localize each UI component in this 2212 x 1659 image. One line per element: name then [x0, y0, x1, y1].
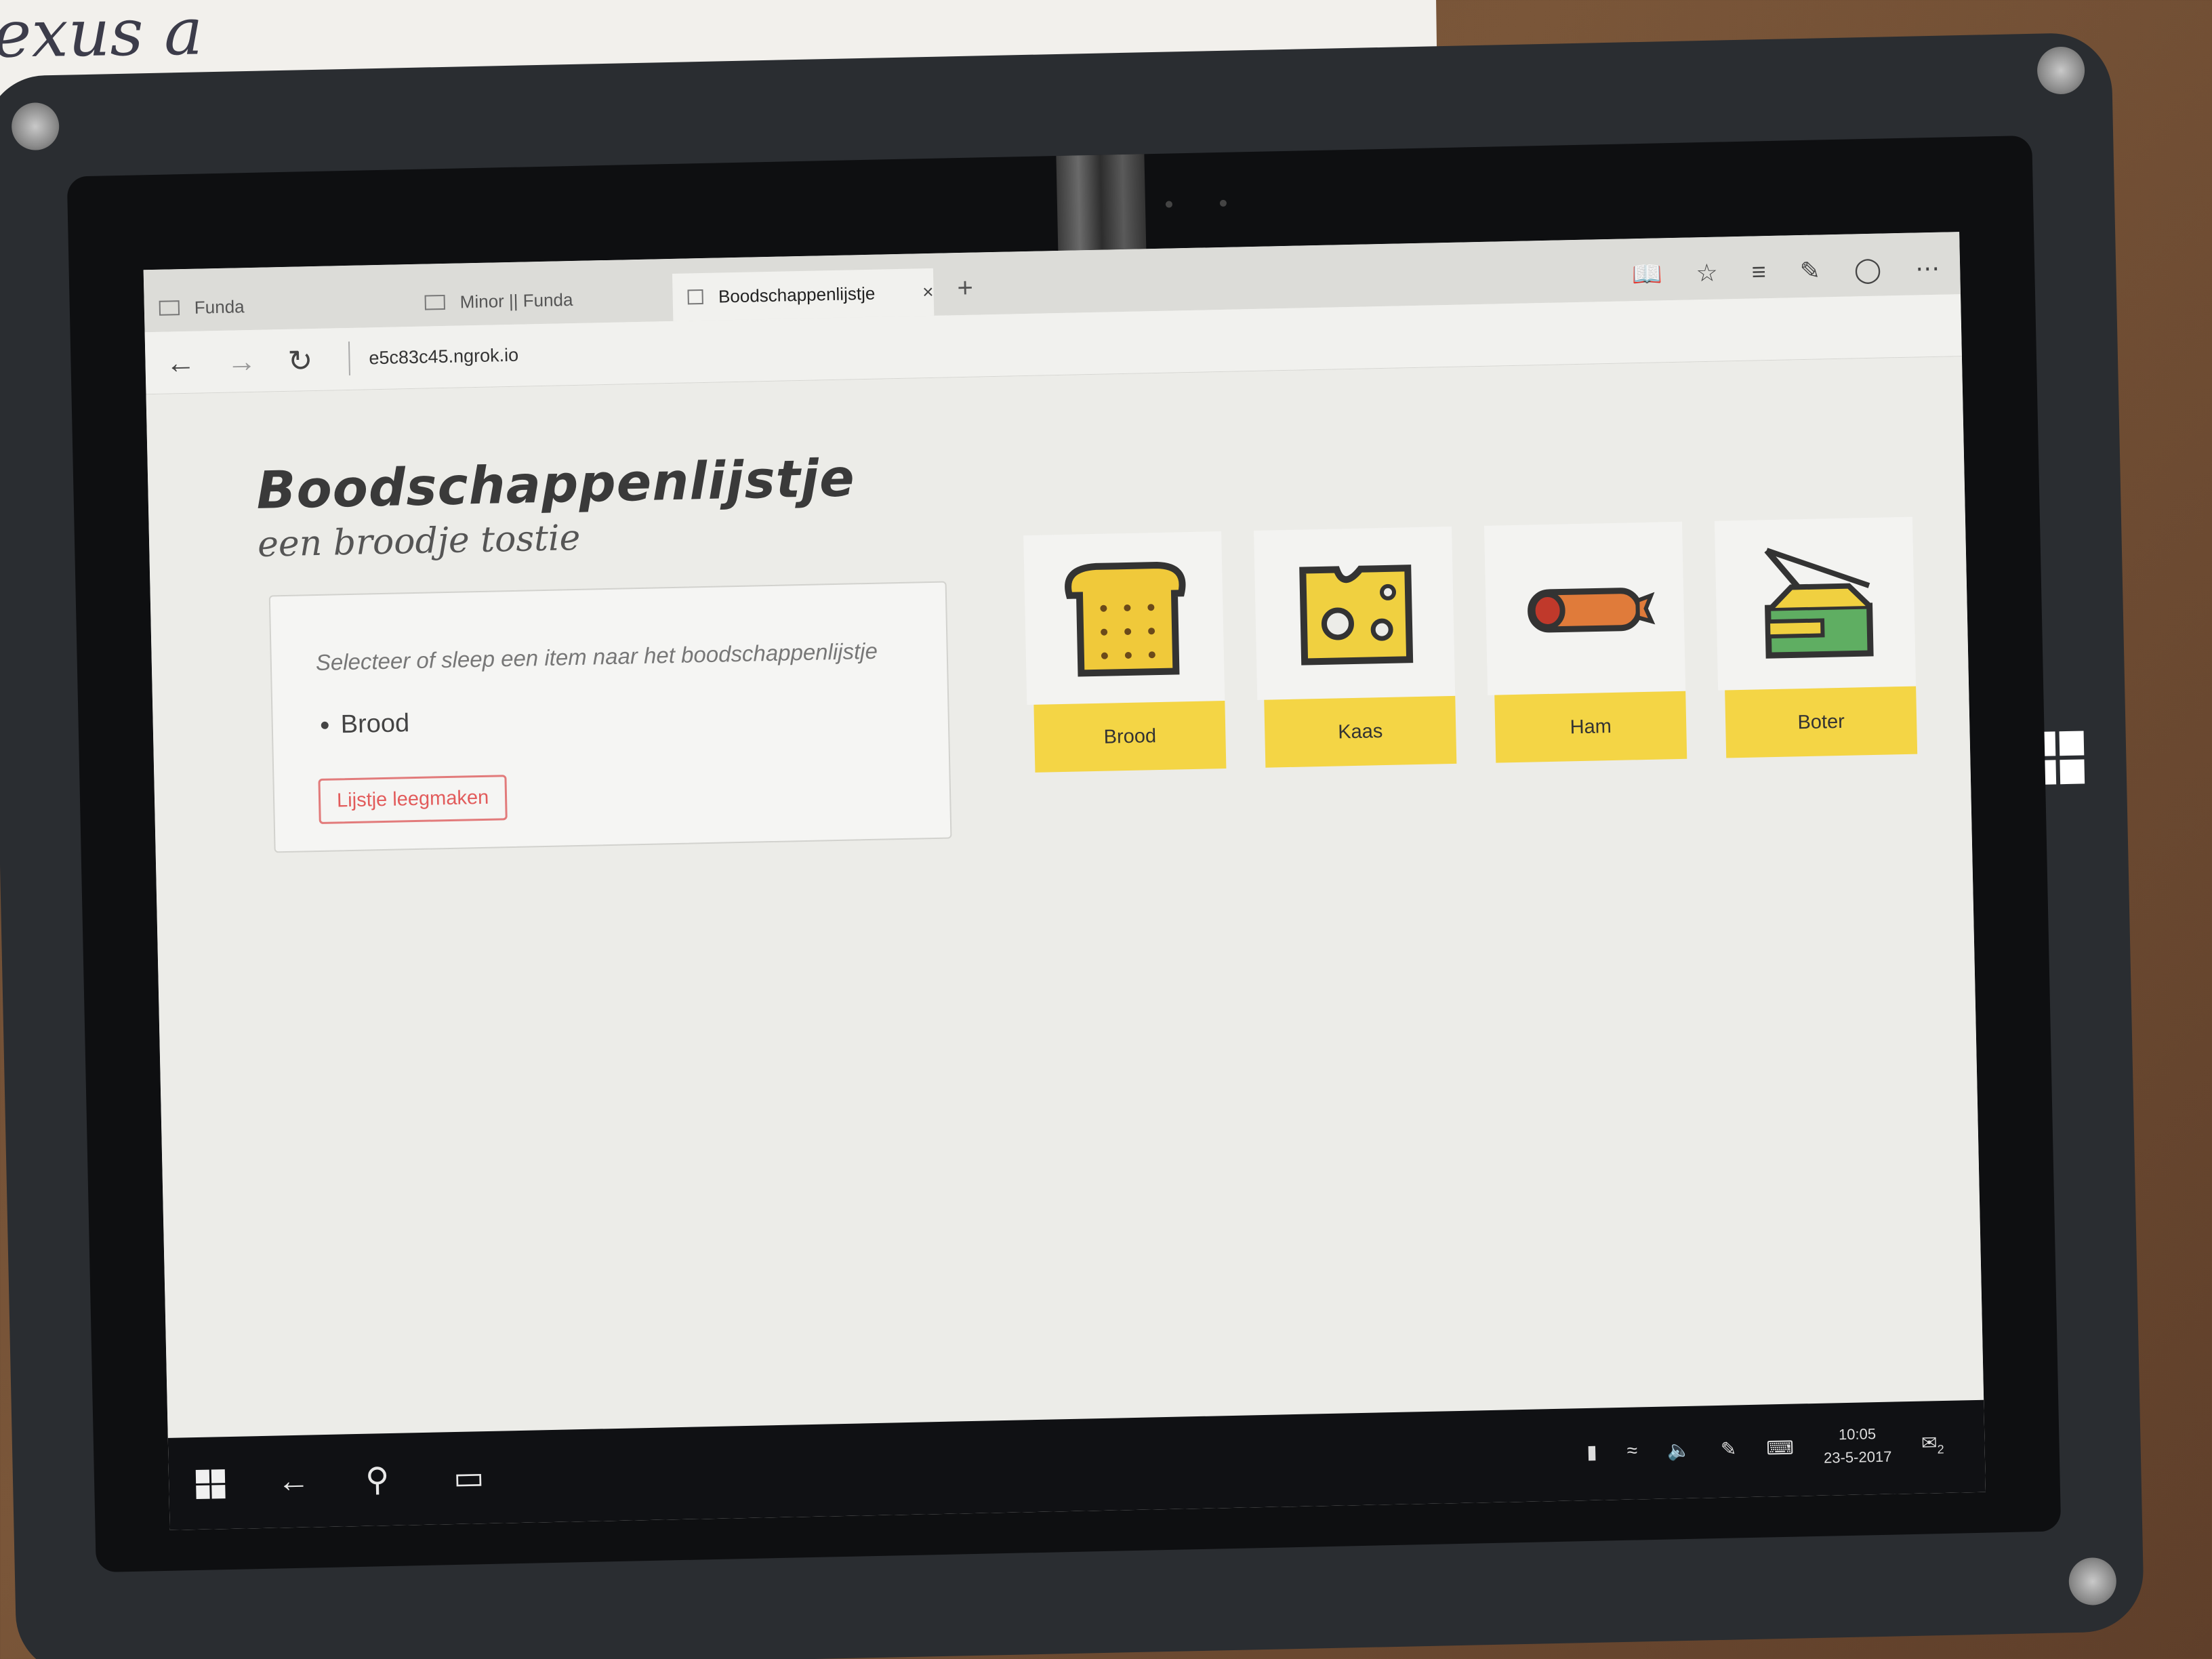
screen: Funda Minor || Funda Boodschappenlijstje… [143, 232, 1986, 1530]
start-windows-icon[interactable] [195, 1469, 226, 1500]
tab-funda[interactable]: Funda [144, 279, 409, 332]
notifications-icon[interactable]: ✉2 [1921, 1431, 1944, 1457]
product-card-brood[interactable]: Brood [1023, 531, 1227, 786]
share-icon[interactable]: ◯ [1853, 255, 1881, 285]
product-image [1023, 531, 1225, 705]
page-title: Boodschappenlijstje [255, 447, 856, 520]
pen-icon[interactable]: ✎ [1721, 1437, 1737, 1460]
battery-icon[interactable]: ▮ [1586, 1440, 1597, 1462]
hub-icon[interactable]: ≡ [1751, 258, 1766, 286]
volume-icon[interactable]: 🔈 [1667, 1438, 1692, 1461]
product-label: Ham [1494, 691, 1687, 763]
product-card-kaas[interactable]: Kaas [1254, 526, 1457, 781]
forward-arrow-icon[interactable]: → [226, 345, 257, 380]
task-view-icon[interactable]: ▭ [453, 1458, 485, 1497]
sausage-icon [1528, 588, 1656, 633]
product-image [1483, 521, 1686, 695]
bread-icon [1065, 562, 1186, 677]
sensor-icon [1219, 199, 1227, 207]
page-icon [424, 294, 445, 310]
product-label: Brood [1033, 700, 1227, 773]
clear-list-button[interactable]: Lijstje leegmaken [318, 775, 508, 825]
system-tray: ▮ ≈ 🔈 ✎ ⌨ 10:05 23-5-2017 ✉2 [1586, 1421, 1945, 1475]
time: 10:05 [1838, 1425, 1877, 1443]
browser-toolbar: 📖 ☆ ≡ ✎ ◯ ⋯ [1631, 254, 1940, 289]
divider [348, 341, 350, 375]
product-card-ham[interactable]: Ham [1483, 521, 1687, 777]
refresh-icon[interactable]: ↻ [287, 344, 313, 379]
camera-strip [1056, 154, 1147, 264]
cheese-icon [1299, 565, 1414, 665]
wifi-icon[interactable]: ≈ [1626, 1439, 1637, 1461]
new-tab-button[interactable]: + [957, 273, 973, 304]
close-tab-icon[interactable]: × [922, 281, 934, 303]
page-icon [159, 300, 180, 316]
notification-count: 2 [1937, 1442, 1944, 1456]
paper-scribble: exus a [0, 0, 204, 73]
back-arrow-icon[interactable]: ← [165, 346, 196, 381]
shopping-list: Brood [340, 709, 409, 739]
reading-view-icon[interactable]: 📖 [1631, 260, 1662, 289]
tab-minor-funda[interactable]: Minor || Funda [409, 274, 671, 327]
product-grid: Brood Kaas Ham Boter [1023, 516, 1918, 786]
screw-bottom-right [2068, 1557, 2117, 1606]
tab-label: Minor || Funda [459, 289, 573, 312]
list-item: Brood [340, 709, 409, 739]
url-field[interactable]: e5c83c45.ngrok.io [369, 345, 518, 369]
tablet-case: Funda Minor || Funda Boodschappenlijstje… [0, 32, 2145, 1659]
camera-icon [1165, 201, 1173, 208]
back-arrow-icon[interactable]: ← [277, 1462, 310, 1500]
page-icon [687, 289, 704, 305]
butter-tin-icon [1764, 548, 1874, 659]
screw-top-right [2036, 46, 2085, 95]
search-icon[interactable]: ⚲ [365, 1460, 390, 1499]
tab-boodschappenlijstje[interactable]: Boodschappenlijstje × [672, 268, 935, 321]
page-content: Boodschappenlijstje een broodje tostie S… [146, 356, 1984, 1438]
product-card-boter[interactable]: Boter [1714, 516, 1918, 772]
clock[interactable]: 10:05 23-5-2017 [1823, 1422, 1892, 1470]
shopping-list-dropzone[interactable]: Selecteer of sleep een item naar het boo… [268, 581, 952, 853]
more-icon[interactable]: ⋯ [1915, 254, 1940, 283]
page-subtitle: een broodje tostie [257, 517, 581, 565]
list-hint: Selecteer of sleep een item naar het boo… [315, 638, 878, 676]
date: 23-5-2017 [1823, 1448, 1892, 1467]
bezel: Funda Minor || Funda Boodschappenlijstje… [66, 135, 2062, 1573]
product-image [1714, 516, 1917, 691]
tab-label: Boodschappenlijstje [718, 283, 876, 306]
screw-top-left [11, 102, 60, 151]
keyboard-icon[interactable]: ⌨ [1766, 1436, 1794, 1459]
product-label: Kaas [1264, 695, 1457, 768]
web-note-icon[interactable]: ✎ [1799, 256, 1820, 285]
favorite-star-icon[interactable]: ☆ [1696, 259, 1718, 288]
product-image [1254, 526, 1456, 700]
product-label: Boter [1725, 686, 1918, 758]
tab-label: Funda [194, 295, 245, 318]
